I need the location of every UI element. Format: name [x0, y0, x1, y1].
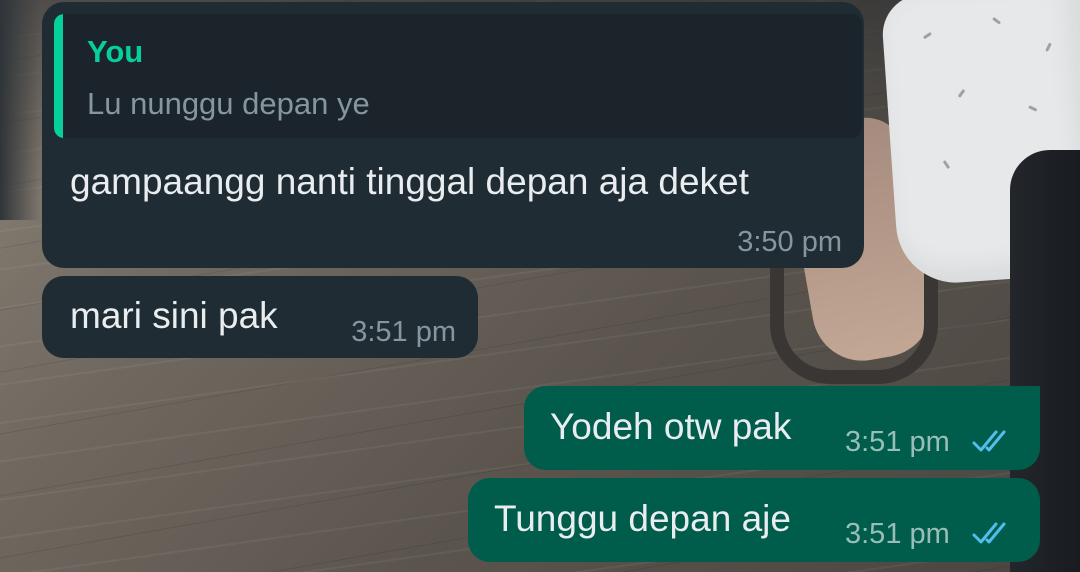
message-time: 3:51 pm	[845, 518, 950, 550]
message-time: 3:51 pm	[351, 316, 456, 348]
message-text: gampaangg nanti tinggal depan aja deket	[70, 161, 749, 202]
message-text: Yodeh otw pak	[550, 406, 792, 447]
message-time: 3:50 pm	[737, 226, 842, 258]
message-bubble-incoming[interactable]: mari sini pak 3:51 pm	[42, 276, 478, 358]
read-double-check-icon	[972, 522, 1006, 544]
quote-author: You	[87, 34, 144, 69]
message-bubble-outgoing[interactable]: Yodeh otw pak 3:51 pm	[524, 386, 1040, 470]
quote-accent-bar	[54, 14, 63, 138]
message-text: mari sini pak	[70, 295, 278, 336]
wallpaper-shade-left	[0, 0, 40, 220]
message-text: Tunggu depan aje	[494, 498, 791, 539]
wallpaper-sandal	[770, 260, 938, 384]
quoted-reply[interactable]: You Lu nunggu depan ye	[54, 14, 862, 138]
quote-text: Lu nunggu depan ye	[87, 86, 370, 121]
message-time: 3:51 pm	[845, 426, 950, 458]
message-bubble-incoming[interactable]: You Lu nunggu depan ye gampaangg nanti t…	[42, 2, 864, 268]
message-bubble-outgoing[interactable]: Tunggu depan aje 3:51 pm	[468, 478, 1040, 562]
read-double-check-icon	[972, 430, 1006, 452]
